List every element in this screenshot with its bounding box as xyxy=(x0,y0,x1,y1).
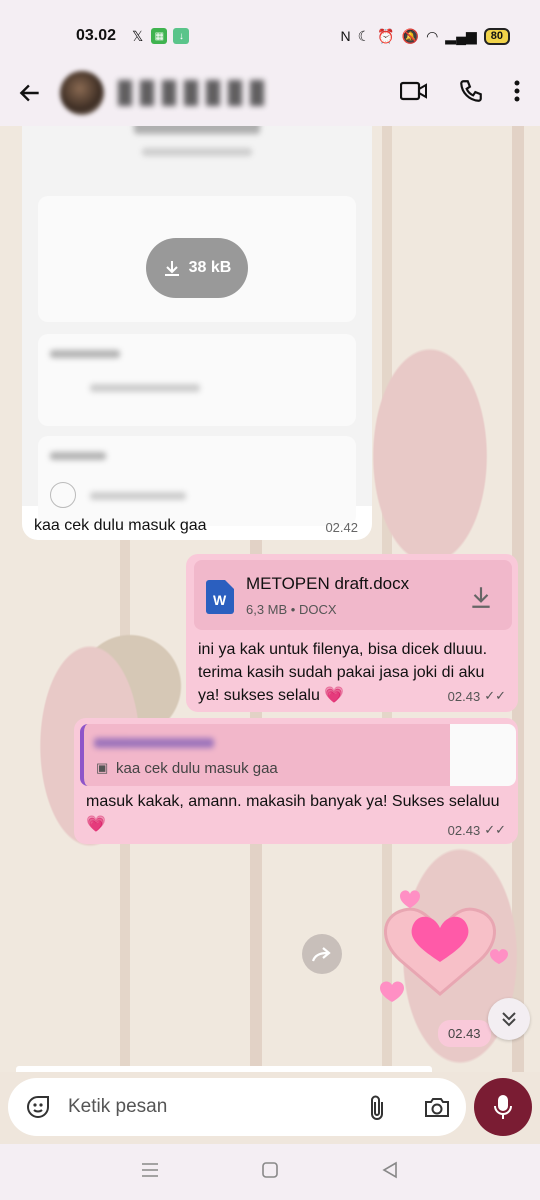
calculator-icon: ▦ xyxy=(151,28,168,44)
quoted-message[interactable]: ▣ kaa cek dulu masuk gaa xyxy=(80,724,516,786)
battery-icon: 80 xyxy=(483,27,510,45)
document-meta: 6,3 MB • DOCX xyxy=(246,602,337,617)
download-icon[interactable] xyxy=(468,584,494,610)
battery-level: 80 xyxy=(490,30,503,42)
more-vertical-icon xyxy=(514,80,520,101)
chat-area[interactable]: 38 kB kaa cek dulu masuk gaa 02.42 W MET… xyxy=(0,126,540,1072)
sticker-icon[interactable] xyxy=(24,1093,52,1121)
outgoing-reply-message[interactable]: ▣ kaa cek dulu masuk gaa masuk kakak, am… xyxy=(74,718,518,844)
outgoing-document-message[interactable]: W METOPEN draft.docx 6,3 MB • DOCX ini y… xyxy=(186,554,518,712)
outgoing-document-time-wrap: 02.43 ✓✓ xyxy=(448,688,506,704)
camera-icon[interactable] xyxy=(424,1095,450,1119)
voice-call-button[interactable] xyxy=(458,78,484,109)
video-call-button[interactable] xyxy=(399,79,428,108)
triangle-back-icon xyxy=(382,1161,397,1178)
contact-avatar[interactable] xyxy=(60,71,104,115)
sticker-time-wrap: 02.43 xyxy=(438,1020,491,1047)
incoming-message-time: 02.42 xyxy=(325,520,358,535)
signal-icon: ▂▄▆ xyxy=(445,27,477,44)
message-input[interactable]: Ketik pesan xyxy=(8,1078,466,1136)
quoted-image-thumbnail xyxy=(450,724,516,786)
sticker-time: 02.43 xyxy=(448,1026,481,1041)
outgoing-reply-time: 02.43 xyxy=(447,822,481,838)
forward-icon xyxy=(311,947,331,962)
paperclip-icon[interactable] xyxy=(366,1093,388,1121)
forward-button[interactable] xyxy=(302,934,342,974)
document-name: METOPEN draft.docx xyxy=(246,574,410,593)
nfc-icon: N xyxy=(340,28,351,44)
x-app-icon: 𝕏 xyxy=(132,27,144,44)
outgoing-reply-time-wrap: 02.43 ✓✓ xyxy=(448,822,506,838)
menu-lines-icon xyxy=(142,1162,158,1177)
square-home-icon xyxy=(262,1161,278,1178)
moon-icon: ☾ xyxy=(357,27,371,44)
wifi-icon: ◠ xyxy=(426,27,439,44)
back-nav-button[interactable] xyxy=(381,1161,399,1184)
message-input-placeholder[interactable]: Ketik pesan xyxy=(68,1096,366,1118)
mute-icon: 🔕 xyxy=(401,27,420,44)
phone-icon xyxy=(460,79,482,102)
back-button[interactable] xyxy=(0,63,60,123)
download-status-icon: ↓ xyxy=(173,28,190,44)
composer-bar: Ketik pesan xyxy=(0,1072,540,1144)
double-chevron-down-icon xyxy=(502,1012,516,1027)
contact-name-blurred[interactable] xyxy=(118,80,268,106)
scroll-to-bottom-button[interactable] xyxy=(488,998,530,1040)
system-navigation-bar xyxy=(0,1144,540,1200)
microphone-icon xyxy=(494,1095,512,1119)
more-options-button[interactable] xyxy=(514,79,520,108)
read-receipt-icon: ✓✓ xyxy=(484,822,506,837)
arrow-left-icon xyxy=(19,84,39,102)
incoming-image-message[interactable]: 38 kB kaa cek dulu masuk gaa 02.42 xyxy=(22,126,372,540)
outgoing-document-time: 02.43 xyxy=(447,688,481,704)
recent-apps-button[interactable] xyxy=(141,1162,159,1183)
home-button[interactable] xyxy=(261,1161,279,1184)
voice-message-button[interactable] xyxy=(474,1078,532,1136)
image-icon: ▣ xyxy=(96,760,109,775)
image-file-size: 38 kB xyxy=(188,259,232,276)
svg-text:W: W xyxy=(213,592,227,608)
document-attachment[interactable]: W METOPEN draft.docx 6,3 MB • DOCX xyxy=(194,560,512,630)
receipt-image-blurred[interactable]: 38 kB xyxy=(22,126,372,526)
chat-header xyxy=(0,60,540,126)
download-image-button[interactable]: 38 kB xyxy=(146,238,248,298)
status-time: 03.02 xyxy=(76,27,117,44)
quoted-message-text: kaa cek dulu masuk gaa xyxy=(116,760,278,777)
video-camera-icon xyxy=(399,81,427,100)
alarm-icon: ⏰ xyxy=(377,27,395,44)
download-icon xyxy=(164,261,179,276)
word-document-icon: W xyxy=(206,580,234,614)
incoming-message-text: kaa cek dulu masuk gaa xyxy=(34,517,207,534)
read-receipt-icon: ✓✓ xyxy=(484,688,506,703)
outgoing-reply-text: masuk kakak, amann. makasih banyak ya! S… xyxy=(86,793,500,833)
heart-hands-sticker[interactable] xyxy=(360,868,520,1008)
